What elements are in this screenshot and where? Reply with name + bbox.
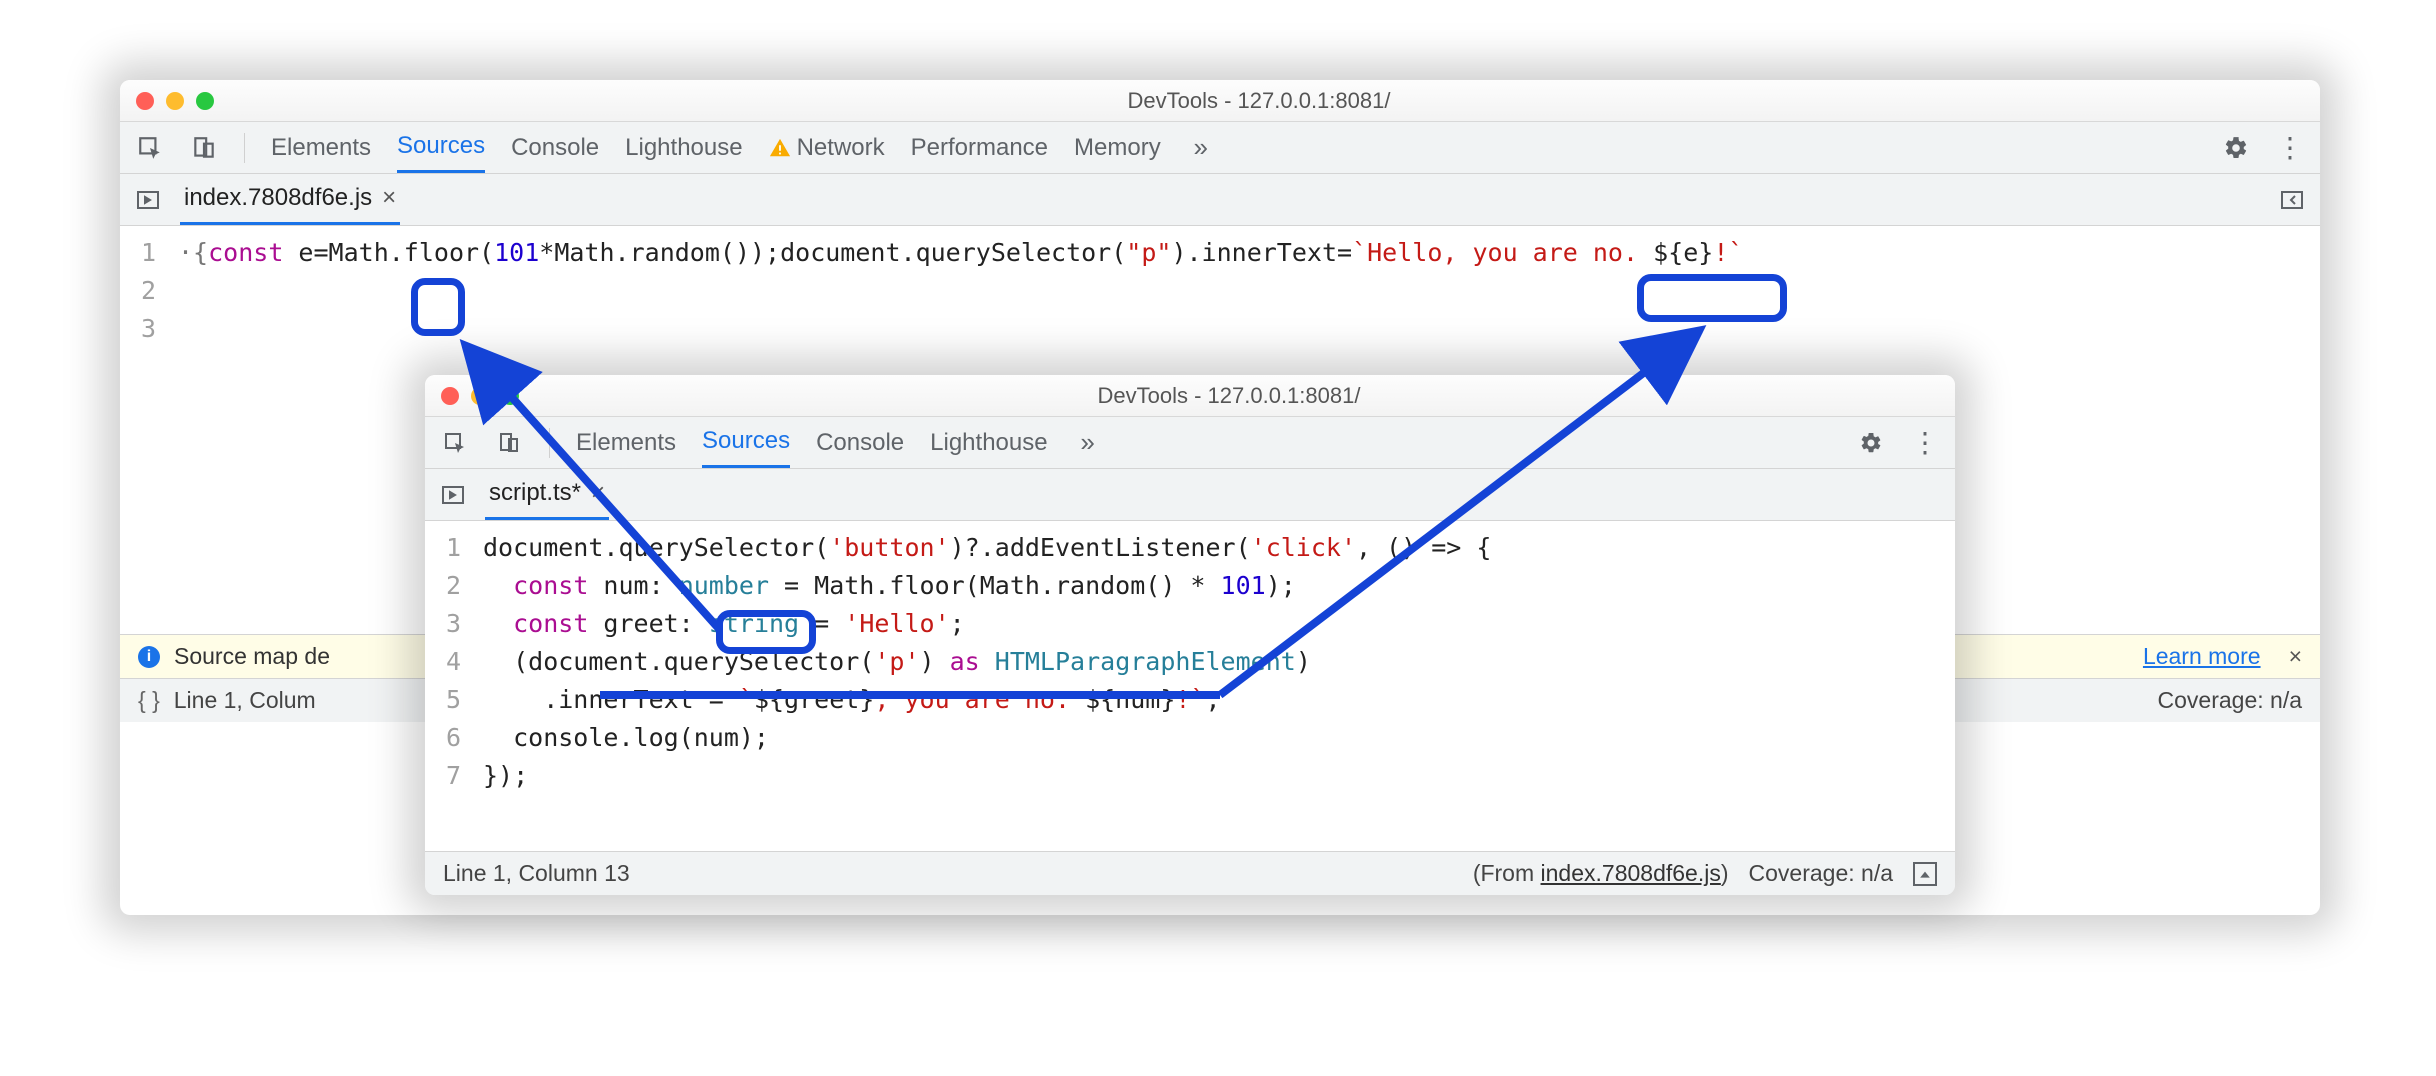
inspect-icon[interactable] — [441, 429, 469, 457]
gear-icon[interactable] — [2222, 134, 2250, 162]
tab-lighthouse[interactable]: Lighthouse — [930, 417, 1047, 468]
tab-network-label: Network — [797, 134, 885, 162]
close-icon[interactable]: × — [591, 479, 605, 507]
close-window-icon[interactable] — [441, 387, 459, 405]
tab-memory[interactable]: Memory — [1074, 122, 1161, 173]
infobar-text: Source map de — [174, 643, 330, 670]
title-bar[interactable]: DevTools - 127.0.0.1:8081/ — [425, 375, 1955, 417]
tab-console[interactable]: Console — [511, 122, 599, 173]
from-prefix: (From — [1473, 860, 1541, 886]
file-tab-label: script.ts* — [489, 479, 581, 507]
coverage-label: Coverage: n/a — [1749, 860, 1893, 887]
more-tabs-icon[interactable]: » — [1187, 134, 1215, 162]
learn-more-link[interactable]: Learn more — [2143, 643, 2261, 670]
panel-tab-bar: Elements Sources Console Lighthouse » ⋮ — [425, 417, 1955, 469]
kebab-menu-icon[interactable]: ⋮ — [1911, 429, 1939, 457]
title-bar[interactable]: DevTools - 127.0.0.1:8081/ — [120, 80, 2320, 122]
divider — [549, 428, 550, 458]
warning-icon — [769, 137, 791, 159]
minimize-window-icon[interactable] — [471, 387, 489, 405]
window-title: DevTools - 127.0.0.1:8081/ — [519, 383, 1939, 409]
file-tab-label: index.7808df6e.js — [184, 184, 372, 212]
tab-sources[interactable]: Sources — [397, 122, 485, 173]
info-icon: i — [138, 646, 160, 668]
zoom-window-icon[interactable] — [196, 92, 214, 110]
gutter: 1234567 — [425, 521, 471, 803]
cursor-position: Line 1, Column 13 — [443, 860, 630, 887]
status-bar: Line 1, Column 13 (From index.7808df6e.j… — [425, 851, 1955, 895]
kebab-menu-icon[interactable]: ⋮ — [2276, 134, 2304, 162]
code-content[interactable]: document.querySelector('button')?.addEve… — [471, 521, 1503, 803]
device-toggle-icon[interactable] — [190, 134, 218, 162]
expand-icon[interactable] — [1913, 862, 1937, 886]
traffic-lights — [136, 92, 214, 110]
gear-icon[interactable] — [1857, 429, 1885, 457]
tab-performance[interactable]: Performance — [911, 122, 1048, 173]
close-window-icon[interactable] — [136, 92, 154, 110]
devtools-window-source: DevTools - 127.0.0.1:8081/ Elements Sour… — [425, 375, 1955, 895]
file-tabstrip: script.ts* × — [425, 469, 1955, 521]
tab-network[interactable]: Network — [769, 122, 885, 173]
source-mapped-link[interactable]: index.7808df6e.js — [1541, 860, 1721, 886]
file-tab[interactable]: index.7808df6e.js × — [180, 174, 400, 225]
tab-elements[interactable]: Elements — [576, 417, 676, 468]
panel-tab-bar: Elements Sources Console Lighthouse Netw… — [120, 122, 2320, 174]
file-tabstrip: index.7808df6e.js × — [120, 174, 2320, 226]
more-tabs-icon[interactable]: » — [1074, 429, 1102, 457]
tab-elements[interactable]: Elements — [271, 122, 371, 173]
tab-console[interactable]: Console — [816, 417, 904, 468]
cursor-position: Line 1, Colum — [174, 687, 316, 714]
gutter: 123 — [120, 226, 166, 356]
pretty-print-icon[interactable]: { } — [138, 687, 160, 714]
coverage-label: Coverage: n/a — [2158, 687, 2302, 714]
navigator-toggle-icon[interactable] — [134, 186, 162, 214]
from-suffix: ) — [1721, 860, 1729, 886]
file-tab[interactable]: script.ts* × — [485, 469, 609, 520]
window-title: DevTools - 127.0.0.1:8081/ — [214, 88, 2304, 114]
minimize-window-icon[interactable] — [166, 92, 184, 110]
close-icon[interactable]: × — [2289, 643, 2302, 670]
code-editor[interactable]: 1234567 document.querySelector('button')… — [425, 521, 1955, 851]
traffic-lights — [441, 387, 519, 405]
inspect-icon[interactable] — [136, 134, 164, 162]
navigator-toggle-icon[interactable] — [439, 481, 467, 509]
mapped-from: (From index.7808df6e.js) — [1473, 860, 1729, 887]
code-content[interactable]: ·{const e=Math.floor(101*Math.random());… — [166, 226, 1755, 356]
zoom-window-icon[interactable] — [501, 387, 519, 405]
device-toggle-icon[interactable] — [495, 429, 523, 457]
sidebar-toggle-icon[interactable] — [2278, 186, 2306, 214]
close-icon[interactable]: × — [382, 184, 396, 212]
tab-sources[interactable]: Sources — [702, 417, 790, 468]
divider — [244, 133, 245, 163]
tab-lighthouse[interactable]: Lighthouse — [625, 122, 742, 173]
